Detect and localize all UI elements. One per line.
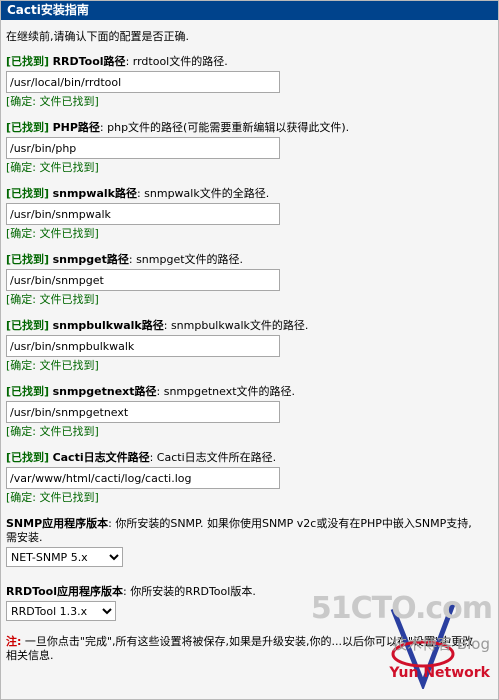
intro-text: 在继续前,请确认下面的配置是否正确. [6,30,189,43]
path-field-block: [已找到] Cacti日志文件路径: Cacti日志文件所在路径. [确定: 文件… [1,449,498,507]
path-field-desc: : snmpget文件的路径. [128,253,244,266]
found-tag: [已找到] [6,55,50,68]
found-tag: [已找到] [6,253,50,266]
path-input[interactable] [6,401,280,423]
rrdtool-version-label: RRDTool应用程序版本: 你所安装的RRDTool版本. [6,585,476,599]
path-field-block: [已找到] PHP路径: php文件的路径(可能需要重新编辑以获得此文件). [确… [1,119,498,177]
note-text: 一旦你点击"完成",所有这些设置将被保存,如果是升级安装,你的...以后你可以在… [6,635,474,662]
path-input[interactable] [6,467,280,489]
found-tag: [已找到] [6,319,50,332]
path-confirm: [确定: 文件已找到] [6,425,99,438]
path-input[interactable] [6,335,280,357]
installer-panel: Cacti安装指南 在继续前,请确认下面的配置是否正确. [已找到] RRDTo… [0,0,499,700]
path-confirm: [确定: 文件已找到] [6,95,99,108]
path-field-name: snmpbulkwalk路径 [52,319,164,332]
path-field-name: PHP路径 [52,121,100,134]
found-tag: [已找到] [6,451,50,464]
path-fields: [已找到] RRDTool路径: rrdtool文件的路径. [确定: 文件已找到… [1,53,498,507]
path-field-desc: : php文件的路径(可能需要重新编辑以获得此文件). [99,121,350,134]
path-field-block: [已找到] snmpgetnext路径: snmpgetnext文件的路径. [确… [1,383,498,441]
path-field-name: Cacti日志文件路径 [52,451,150,464]
path-field-block: [已找到] snmpwalk路径: snmpwalk文件的全路径. [确定: 文件… [1,185,498,243]
path-field-label: [已找到] PHP路径: php文件的路径(可能需要重新编辑以获得此文件). [6,119,498,137]
path-field-block: [已找到] snmpget路径: snmpget文件的路径. [确定: 文件已找到… [1,251,498,309]
path-field-label: [已找到] snmpget路径: snmpget文件的路径. [6,251,498,269]
path-input[interactable] [6,137,280,159]
watermark-line3: Yun Network [389,665,490,681]
rrdtool-version-name: RRDTool应用程序版本 [6,585,123,598]
path-field-name: snmpget路径 [52,253,129,266]
snmp-version-select[interactable]: NET-SNMP 5.x [6,547,123,567]
path-field-name: snmpgetnext路径 [52,385,157,398]
found-tag: [已找到] [6,385,50,398]
snmp-version-label: SNMP应用程序版本: 你所安装的SNMP. 如果你使用SNMP v2c或没有在… [6,517,476,545]
path-field-desc: : snmpgetnext文件的路径. [156,385,296,398]
path-confirm: [确定: 文件已找到] [6,293,99,306]
path-confirm: [确定: 文件已找到] [6,227,99,240]
found-tag: [已找到] [6,121,50,134]
path-input[interactable] [6,71,280,93]
path-field-label: [已找到] snmpbulkwalk路径: snmpbulkwalk文件的路径. [6,317,498,335]
rrdtool-version-select[interactable]: RRDTool 1.3.x [6,601,116,621]
path-field-name: snmpwalk路径 [52,187,137,200]
path-confirm: [确定: 文件已找到] [6,161,99,174]
path-input[interactable] [6,203,280,225]
path-input[interactable] [6,269,280,291]
path-field-desc: : snmpwalk文件的全路径. [136,187,270,200]
finish-note: 注: 一旦你点击"完成",所有这些设置将被保存,如果是升级安装,你的...以后你… [6,635,476,663]
path-field-desc: : rrdtool文件的路径. [125,55,228,68]
path-field-desc: : snmpbulkwalk文件的路径. [163,319,309,332]
found-tag: [已找到] [6,187,50,200]
rrdtool-version-desc: : 你所安装的RRDTool版本. [123,585,256,598]
path-field-block: [已找到] RRDTool路径: rrdtool文件的路径. [确定: 文件已找到… [1,53,498,111]
path-field-label: [已找到] RRDTool路径: rrdtool文件的路径. [6,53,498,71]
path-field-desc: : Cacti日志文件所在路径. [149,451,277,464]
path-confirm: [确定: 文件已找到] [6,359,99,372]
path-field-label: [已找到] snmpgetnext路径: snmpgetnext文件的路径. [6,383,498,401]
path-field-name: RRDTool路径 [52,55,126,68]
snmp-version-name: SNMP应用程序版本 [6,517,109,530]
path-field-block: [已找到] snmpbulkwalk路径: snmpbulkwalk文件的路径.… [1,317,498,375]
path-field-label: [已找到] Cacti日志文件路径: Cacti日志文件所在路径. [6,449,498,467]
path-field-label: [已找到] snmpwalk路径: snmpwalk文件的全路径. [6,185,498,203]
panel-title: Cacti安装指南 [1,1,498,20]
path-confirm: [确定: 文件已找到] [6,491,99,504]
note-label: 注: [6,635,22,648]
